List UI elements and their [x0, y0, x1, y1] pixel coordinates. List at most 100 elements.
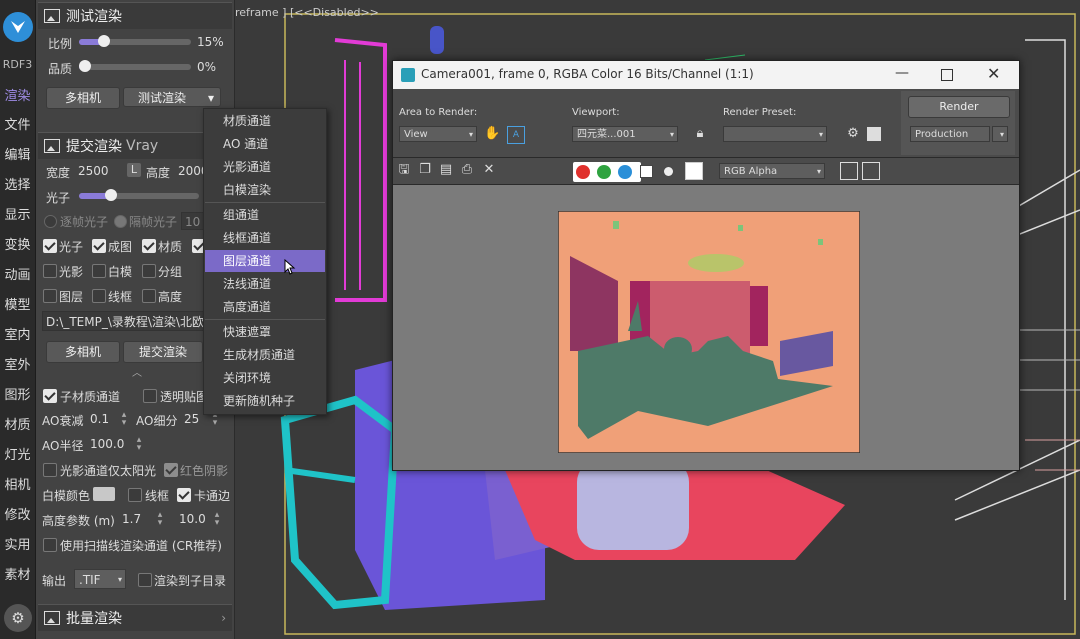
photon-slider[interactable]: [79, 189, 199, 201]
checkbox-red-shadow[interactable]: [164, 463, 178, 477]
collapse-arrow-icon[interactable]: ︿: [132, 364, 142, 379]
nav-item-assets[interactable]: 素材: [0, 564, 35, 583]
checkbox-card-edge[interactable]: [177, 488, 191, 502]
menu-item-lightshadow-channel[interactable]: 光影通道: [205, 156, 325, 178]
nav-item-camera[interactable]: 相机: [0, 474, 35, 493]
multi-camera-button[interactable]: 多相机: [46, 87, 120, 109]
render-button[interactable]: Render: [908, 96, 1010, 118]
scale-slider[interactable]: [79, 35, 191, 47]
clear-icon[interactable]: ✕: [481, 162, 497, 178]
ao-radius-spinner[interactable]: ▴ ▾: [134, 436, 144, 453]
checkbox-lightshadow[interactable]: [43, 264, 57, 278]
clone-icon[interactable]: ▤: [438, 162, 454, 178]
ao-subdiv-value[interactable]: 25: [184, 412, 199, 426]
render-preset-select[interactable]: ▾: [723, 126, 827, 142]
menu-item-ao-channel[interactable]: AO 通道: [205, 133, 325, 155]
copy-icon[interactable]: ❐: [417, 162, 433, 178]
width-value[interactable]: 2500: [78, 164, 109, 178]
photon-slider-knob[interactable]: [105, 189, 117, 201]
render-canvas[interactable]: [393, 185, 1019, 470]
menu-item-update-random-seed[interactable]: 更新随机种子: [205, 390, 325, 412]
clay-color-swatch[interactable]: [93, 487, 115, 501]
test-render-header[interactable]: 测试渲染: [38, 2, 232, 29]
lock-icon[interactable]: 🔒︎: [692, 126, 708, 142]
nav-item-animation[interactable]: 动画: [0, 264, 35, 283]
nav-item-edit[interactable]: 编辑: [0, 144, 35, 163]
vfb-titlebar[interactable]: Camera001, frame 0, RGBA Color 16 Bits/C…: [393, 61, 1019, 89]
nav-item-model[interactable]: 模型: [0, 294, 35, 313]
production-dropdown-arrow[interactable]: ▾: [992, 126, 1008, 142]
nav-item-render[interactable]: 渲染: [0, 85, 35, 104]
nav-item-interior[interactable]: 室内: [0, 324, 35, 343]
region-select-icon[interactable]: A: [507, 126, 525, 144]
checkbox-clay[interactable]: [92, 264, 106, 278]
radio-frame-photon[interactable]: [44, 215, 57, 228]
checkbox-wireframe[interactable]: [92, 289, 106, 303]
red-channel-toggle[interactable]: [576, 165, 590, 179]
frame-buffer-window[interactable]: Camera001, frame 0, RGBA Color 16 Bits/C…: [392, 60, 1020, 471]
menu-item-layer-channel[interactable]: 图层通道: [205, 250, 325, 272]
output-path-input[interactable]: D:\_TEMP_\录教程\渲染\北欧: [42, 311, 210, 331]
checkbox-wire[interactable]: [128, 488, 142, 502]
test-render-button[interactable]: 测试渲染 ▾: [123, 87, 221, 107]
scale-slider-knob[interactable]: [98, 35, 110, 47]
checkbox-render-subdir[interactable]: [138, 573, 152, 587]
display-correction-icon[interactable]: [862, 162, 880, 180]
menu-item-close-environment[interactable]: 关闭环境: [205, 367, 325, 389]
display-channel-select[interactable]: RGB Alpha ▾: [719, 163, 825, 179]
chevron-down-icon[interactable]: ▾: [208, 88, 214, 108]
menu-item-height-channel[interactable]: 高度通道: [205, 296, 325, 318]
checkbox-scanline[interactable]: [43, 538, 57, 552]
checkbox-material[interactable]: [142, 239, 156, 253]
checkbox-group[interactable]: [142, 264, 156, 278]
quality-slider-knob[interactable]: [79, 60, 91, 72]
environment-icon[interactable]: [867, 127, 881, 141]
height-min-spinner[interactable]: ▴ ▾: [155, 511, 165, 528]
multi-camera-submit-button[interactable]: 多相机: [46, 341, 120, 363]
maximize-icon[interactable]: [941, 69, 953, 81]
nav-item-utility[interactable]: 实用: [0, 534, 35, 553]
minimize-icon[interactable]: —: [895, 65, 909, 81]
checkbox-photon[interactable]: [43, 239, 57, 253]
batch-render-header[interactable]: 批量渲染 ›: [38, 604, 232, 631]
alpha-channel-toggle[interactable]: [640, 165, 653, 178]
chevron-right-icon[interactable]: ›: [221, 611, 226, 625]
nav-item-select[interactable]: 选择: [0, 174, 35, 193]
height-min-value[interactable]: 1.7: [122, 512, 141, 526]
checkbox-light-sun-only[interactable]: [43, 463, 57, 477]
height-max-spinner[interactable]: ▴ ▾: [212, 511, 222, 528]
checkbox-final[interactable]: [92, 239, 106, 253]
checkbox-height[interactable]: [142, 289, 156, 303]
checkbox-transparent-map[interactable]: [143, 389, 157, 403]
menu-item-wireframe-channel[interactable]: 线框通道: [205, 227, 325, 249]
checkbox-sub-material[interactable]: [43, 389, 57, 403]
production-select[interactable]: Production: [910, 126, 990, 142]
save-icon[interactable]: 🖫︎: [396, 162, 412, 178]
checkbox-layer[interactable]: [43, 289, 57, 303]
nav-item-exterior[interactable]: 室外: [0, 354, 35, 373]
ao-decay-spinner[interactable]: ▴ ▾: [119, 411, 129, 428]
ao-radius-value[interactable]: 100.0: [90, 437, 124, 451]
app-logo-icon[interactable]: [3, 12, 33, 42]
blue-channel-toggle[interactable]: [618, 165, 632, 179]
menu-item-clay-render[interactable]: 白模渲染: [205, 179, 325, 201]
submit-render-button[interactable]: 提交渲染: [123, 341, 203, 363]
menu-item-generate-material-channel[interactable]: 生成材质通道: [205, 344, 325, 366]
menu-item-group-channel[interactable]: 组通道: [205, 204, 325, 226]
green-channel-toggle[interactable]: [597, 165, 611, 179]
nav-item-light[interactable]: 灯光: [0, 444, 35, 463]
nav-item-shape[interactable]: 图形: [0, 384, 35, 403]
mono-toggle[interactable]: [664, 167, 673, 176]
color-swatch[interactable]: [685, 162, 703, 180]
quality-slider[interactable]: [79, 60, 191, 72]
nav-item-file[interactable]: 文件: [0, 114, 35, 133]
show-last-render-icon[interactable]: [840, 162, 858, 180]
nav-item-display[interactable]: 显示: [0, 204, 35, 223]
close-icon[interactable]: ✕: [987, 64, 1000, 83]
nav-item-material[interactable]: 材质: [0, 414, 35, 433]
print-icon[interactable]: ⎙: [459, 162, 475, 178]
menu-item-normal-channel[interactable]: 法线通道: [205, 273, 325, 295]
lock-aspect-button[interactable]: L: [127, 163, 141, 177]
menu-item-quick-mask[interactable]: 快速遮罩: [205, 321, 325, 343]
pan-hand-icon[interactable]: ✋: [484, 126, 500, 142]
